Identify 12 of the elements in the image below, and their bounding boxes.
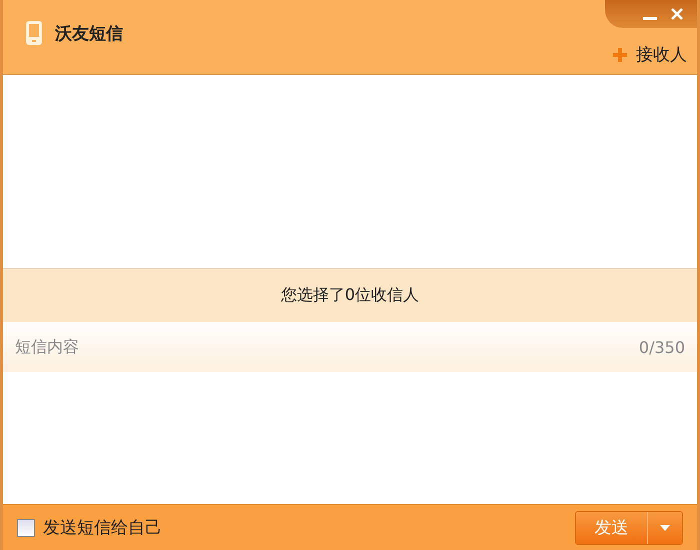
message-label: 短信内容	[15, 336, 79, 358]
send-options-dropdown[interactable]	[648, 512, 682, 544]
minimize-button[interactable]	[643, 16, 657, 20]
recipient-summary: 您选择了0位收信人	[3, 268, 697, 322]
character-counter: 0/350	[638, 338, 685, 356]
send-to-self-checkbox[interactable]: 发送短信给自己	[17, 516, 162, 539]
caret-icon	[660, 524, 670, 530]
plus-icon	[612, 46, 628, 62]
close-button[interactable]	[671, 8, 683, 20]
add-recipient-button[interactable]: 接收人	[612, 43, 687, 66]
window-title: 沃友短信	[55, 22, 123, 44]
phone-icon	[25, 20, 43, 46]
